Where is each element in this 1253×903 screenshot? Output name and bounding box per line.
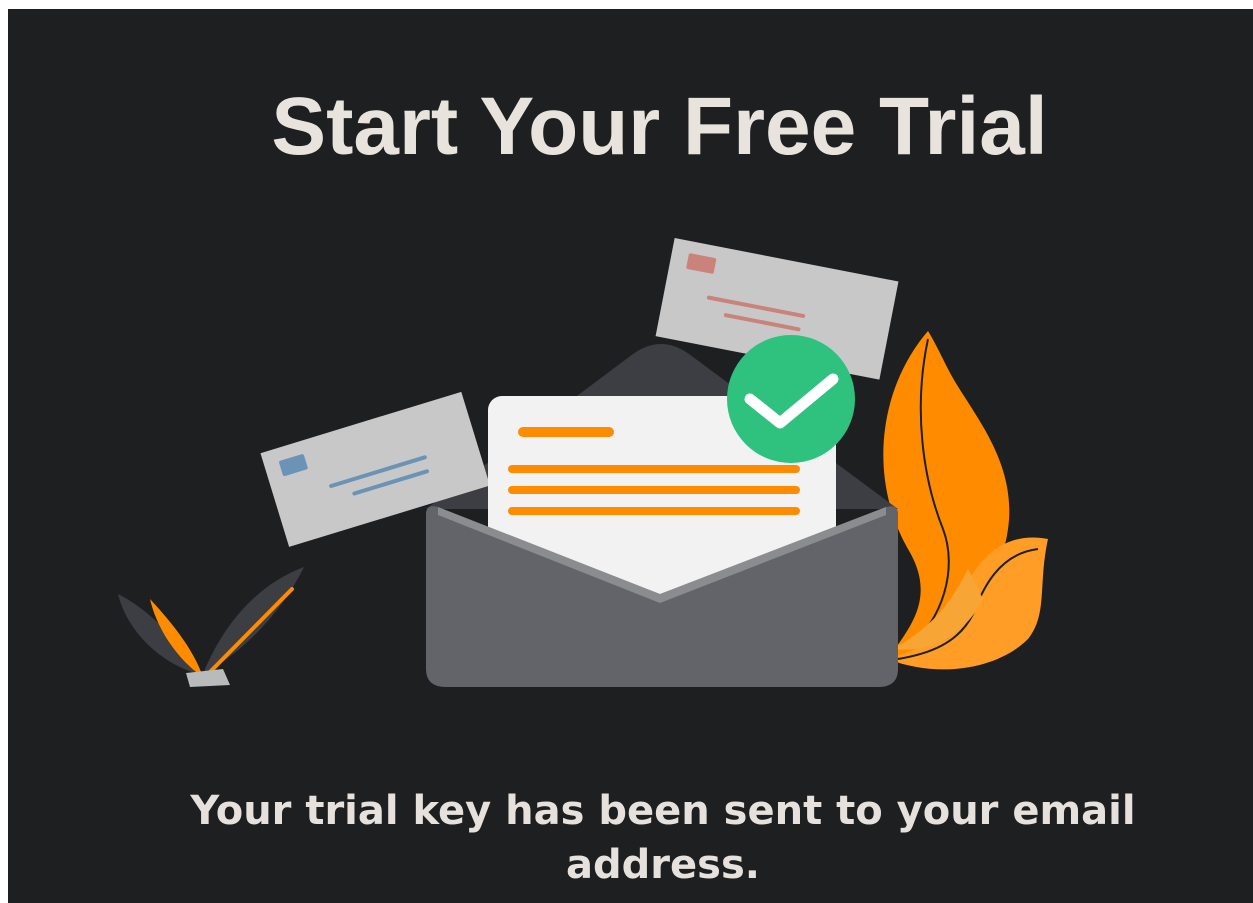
leaf-plant-left-icon (118, 567, 304, 687)
confirmation-message: Your trial key has been sent to your ema… (190, 788, 1136, 888)
email-sent-illustration (118, 237, 1048, 687)
check-icon (727, 335, 855, 463)
trial-confirmation-panel: Start Your Free Trial Your trial key has… (8, 9, 1253, 903)
flame-plant-right-icon (883, 331, 1048, 670)
